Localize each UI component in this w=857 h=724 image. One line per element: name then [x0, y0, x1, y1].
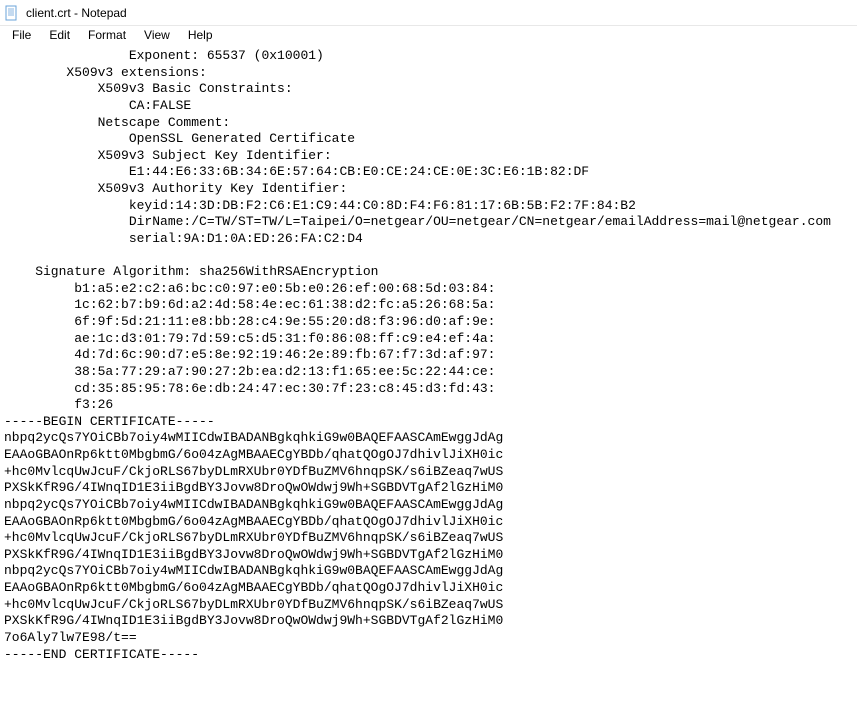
menu-file[interactable]: File: [4, 26, 39, 44]
menu-view[interactable]: View: [136, 26, 178, 44]
notepad-icon: [4, 5, 20, 21]
menu-edit[interactable]: Edit: [41, 26, 78, 44]
menu-help[interactable]: Help: [180, 26, 221, 44]
menu-format[interactable]: Format: [80, 26, 134, 44]
text-area[interactable]: Exponent: 65537 (0x10001) X509v3 extensi…: [0, 46, 857, 665]
window-title: client.crt - Notepad: [26, 6, 127, 20]
menubar: File Edit Format View Help: [0, 26, 857, 46]
titlebar: client.crt - Notepad: [0, 0, 857, 26]
